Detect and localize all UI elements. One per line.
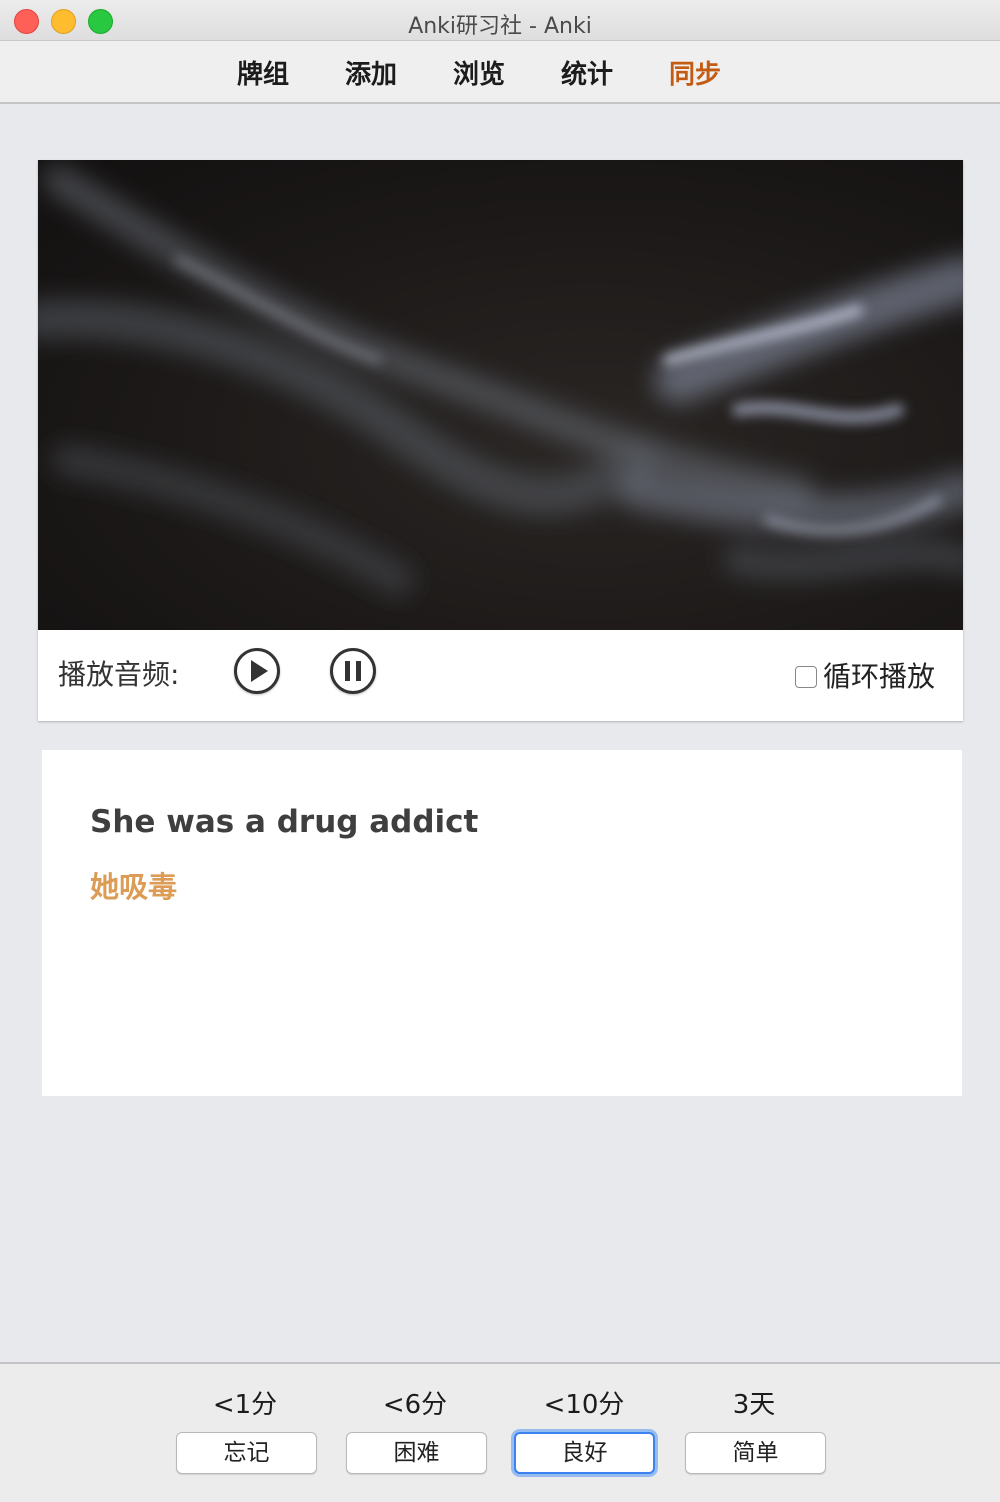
good-button[interactable]: 良好 [514,1432,655,1474]
window-title: Anki研习社 - Anki [408,14,592,39]
interval-hard: <6分 [382,1390,448,1420]
toolbar-add[interactable]: 添加 [345,54,397,91]
toolbar-stats[interactable]: 统计 [561,54,613,91]
loop-checkbox[interactable] [795,666,817,688]
interval-good: <10分 [543,1390,625,1420]
interval-again: <1分 [212,1390,278,1420]
window-titlebar: Anki研习社 - Anki [0,0,1000,41]
card-answer: She was a drug addict 她吸毒 [42,750,962,1096]
hard-button[interactable]: 困难 [346,1432,487,1474]
answer-bar: <1分 <6分 <10分 3天 忘记 困难 良好 简单 [0,1362,1000,1502]
again-button[interactable]: 忘记 [176,1432,317,1474]
play-button[interactable] [234,648,280,694]
play-audio-label: 播放音频: [58,658,180,691]
loop-label: 循环播放 [823,660,936,693]
pause-icon [345,661,361,681]
video-player[interactable] [38,160,963,630]
chinese-translation: 她吸毒 [90,870,178,904]
media-card: 播放音频: 循环播放 [38,160,963,721]
toolbar-browse[interactable]: 浏览 [453,54,505,91]
pause-button[interactable] [330,648,376,694]
play-icon [251,660,268,682]
easy-button[interactable]: 简单 [685,1432,826,1474]
main-toolbar: 牌组 添加 浏览 统计 同步 [0,41,1000,104]
interval-easy: 3天 [732,1390,776,1420]
toolbar-decks[interactable]: 牌组 [237,54,289,91]
toolbar-sync[interactable]: 同步 [669,54,721,91]
english-sentence: She was a drug addict [90,804,479,840]
smoke-video-frame [38,165,963,597]
